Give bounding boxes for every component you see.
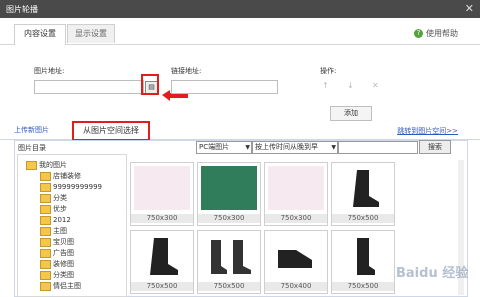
tree-label: 分类 — [53, 194, 67, 202]
search-input[interactable] — [338, 141, 418, 154]
source-tabs: 上传新图片 从图片空间选择 跳转到图片空间>> — [0, 121, 480, 141]
tree-label: 99999999999 — [53, 183, 102, 191]
tree-item[interactable]: 主图 — [40, 226, 67, 236]
folder-icon — [40, 259, 51, 269]
tree-label: 分类图 — [53, 271, 74, 279]
help-icon: ? — [414, 29, 423, 38]
tree-item[interactable]: 店铺装修 — [40, 171, 81, 181]
folder-icon — [40, 237, 51, 247]
sort-select[interactable]: 按上传时间从晚到早 ▼ — [252, 141, 338, 154]
tree-label: 我的图片 — [39, 161, 67, 169]
chevron-down-icon: ▼ — [245, 144, 250, 151]
tree-label: 情侣主图 — [53, 282, 81, 290]
help-link[interactable]: ? 使用帮助 — [414, 28, 458, 39]
boot-image — [335, 234, 391, 278]
tree-label: 优步 — [53, 205, 67, 213]
tab-bar: 内容设置 显示设置 ? 使用帮助 — [0, 18, 480, 45]
image-url-input[interactable] — [34, 80, 144, 94]
folder-icon — [40, 182, 51, 192]
tree-item[interactable]: 优步 — [40, 204, 67, 214]
tab-upload-new[interactable]: 上传新图片 — [14, 125, 49, 135]
move-down-icon[interactable]: ↓ — [347, 81, 354, 90]
image-thumbnail[interactable]: 750x500 — [130, 230, 194, 294]
tab-from-image-space[interactable]: 从图片空间选择 — [72, 121, 150, 141]
thumbnail-size: 750x500 — [332, 214, 394, 223]
image-thumbnail[interactable]: 750x300 — [130, 162, 194, 226]
move-up-icon[interactable]: ↑ — [322, 81, 329, 90]
tree-label: 装修图 — [53, 260, 74, 268]
delete-icon[interactable]: ✕ — [372, 81, 379, 90]
folder-tree: 我的图片 店铺装修 99999999999 分类 优步 2012 主图 宝贝图 … — [17, 154, 127, 297]
tree-item-root[interactable]: 我的图片 — [26, 160, 67, 170]
boot-image — [335, 166, 391, 210]
boot-image — [201, 234, 257, 278]
type-select[interactable]: PC端图片 ▼ — [196, 141, 252, 154]
boot-image — [268, 234, 324, 278]
thumbnail-size: 750x500 — [332, 282, 394, 291]
title-bar: 图片轮播 ✕ — [0, 0, 480, 18]
folder-icon — [40, 193, 51, 203]
image-thumbnail[interactable]: 750x500 — [331, 230, 395, 294]
tree-item[interactable]: 装修图 — [40, 259, 74, 269]
folder-icon — [40, 248, 51, 258]
tree-item[interactable]: 情侣主图 — [40, 281, 81, 291]
ops-label: 操作: — [320, 67, 337, 75]
image-thumbnail[interactable]: 750x300 — [264, 162, 328, 226]
tree-item[interactable]: 分类 — [40, 193, 67, 203]
thumbnail-size: 750x300 — [198, 214, 260, 223]
image-url-label: 图片地址: — [34, 67, 65, 75]
image-thumbnail[interactable]: 750x400 — [264, 230, 328, 294]
tree-item[interactable]: 广告图 — [40, 248, 74, 258]
banner-image — [268, 166, 324, 210]
jump-to-image-space-link[interactable]: 跳转到图片空间>> — [397, 126, 458, 136]
folder-icon — [26, 160, 37, 170]
tree-item[interactable]: 宝贝图 — [40, 237, 74, 247]
banner-image — [134, 166, 190, 210]
thumbnail-size: 750x300 — [265, 214, 327, 223]
window-title: 图片轮播 — [6, 5, 38, 14]
link-url-label: 链接地址: — [171, 67, 202, 75]
tree-label: 主图 — [53, 227, 67, 235]
tree-label: 2012 — [53, 216, 71, 224]
close-icon[interactable]: ✕ — [465, 2, 474, 15]
tree-label: 宝贝图 — [53, 238, 74, 246]
thumbnail-size: 750x400 — [265, 282, 327, 291]
tab-content-settings[interactable]: 内容设置 — [14, 24, 66, 45]
thumbnail-size: 750x300 — [131, 214, 193, 223]
boot-image — [134, 234, 190, 278]
chevron-down-icon: ▼ — [331, 144, 336, 151]
tree-label: 广告图 — [53, 249, 74, 257]
search-button[interactable]: 搜索 — [419, 140, 451, 154]
banner-image — [201, 166, 257, 210]
tree-item[interactable]: 99999999999 — [40, 182, 102, 192]
type-select-value: PC端图片 — [199, 143, 230, 151]
folder-icon — [40, 270, 51, 280]
add-button[interactable]: 添加 — [330, 106, 372, 121]
dir-label: 图片目录 — [18, 144, 46, 152]
folder-icon — [40, 204, 51, 214]
help-label: 使用帮助 — [426, 29, 458, 38]
tree-label: 店铺装修 — [53, 172, 81, 180]
watermark: Baidu 经验 — [396, 266, 469, 281]
folder-icon — [40, 171, 51, 181]
image-thumbnail[interactable]: 750x500 — [331, 162, 395, 226]
thumbnail-size: 750x500 — [131, 282, 193, 291]
thumbnail-size: 750x500 — [198, 282, 260, 291]
tree-item[interactable]: 分类图 — [40, 270, 74, 280]
link-url-input[interactable] — [171, 80, 278, 94]
folder-icon — [40, 215, 51, 225]
image-thumbnail[interactable]: 750x300 — [197, 162, 261, 226]
folder-icon — [40, 226, 51, 236]
folder-icon — [40, 281, 51, 291]
highlight-box — [141, 74, 159, 95]
sort-select-value: 按上传时间从晚到早 — [255, 143, 318, 151]
image-thumbnail[interactable]: 750x500 — [197, 230, 261, 294]
tree-item[interactable]: 2012 — [40, 215, 71, 225]
tab-display-settings[interactable]: 显示设置 — [67, 24, 115, 43]
